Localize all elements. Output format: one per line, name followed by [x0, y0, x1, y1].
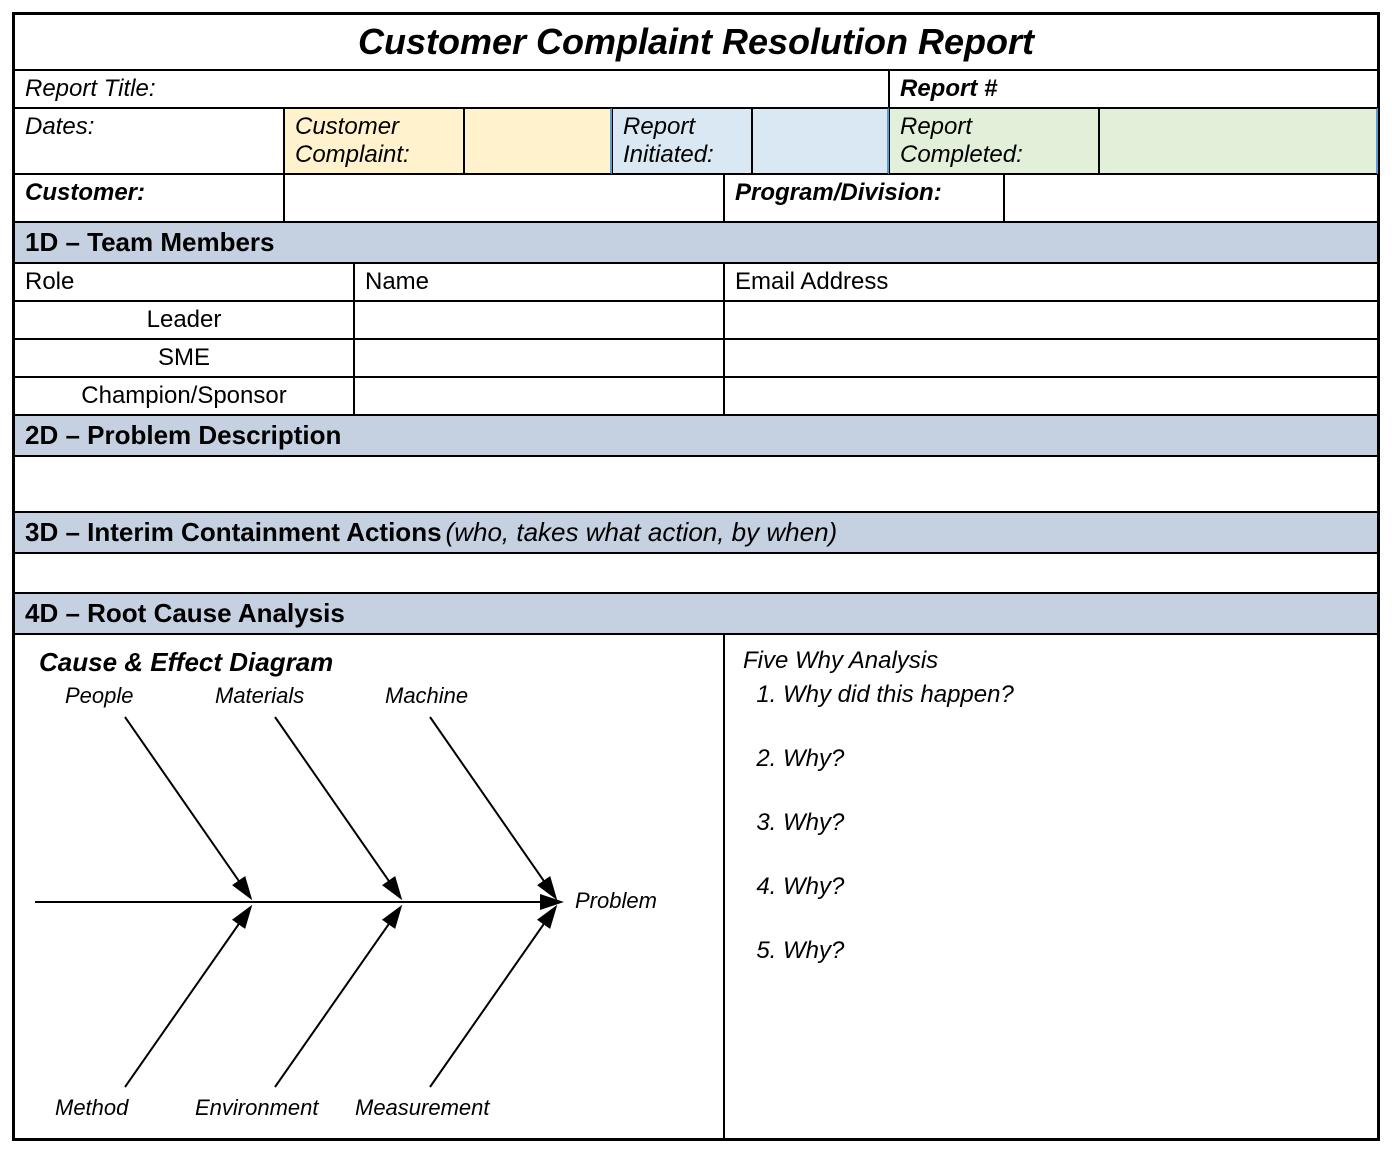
report-container: Customer Complaint Resolution Report Rep…	[12, 12, 1380, 1141]
five-why-title: Five Why Analysis	[743, 647, 1359, 675]
section-3d-header: 3D – Interim Containment Actions (who, t…	[14, 512, 1378, 553]
why-4: Why?	[783, 873, 1359, 901]
label-method: Method	[55, 1095, 128, 1121]
report-completed-value[interactable]	[1099, 108, 1378, 174]
col-email: Email Address	[724, 263, 1378, 301]
section-4d-header: 4D – Root Cause Analysis	[14, 593, 1378, 634]
label-people: People	[65, 683, 134, 709]
customer-value[interactable]	[284, 174, 724, 222]
why-2: Why?	[783, 745, 1359, 773]
role-champion: Champion/Sponsor	[14, 377, 354, 415]
report-initiated-value[interactable]	[752, 108, 889, 174]
label-machine: Machine	[385, 683, 468, 709]
section-3d-heading-bold: 3D – Interim Containment Actions	[25, 517, 442, 548]
section-1d-header: 1D – Team Members	[14, 222, 1378, 263]
dates-label: Dates:	[14, 108, 284, 174]
customer-label: Customer:	[14, 174, 284, 222]
name-sme[interactable]	[354, 339, 724, 377]
why-5: Why?	[783, 937, 1359, 965]
label-measurement: Measurement	[355, 1095, 490, 1121]
section-2d-header: 2D – Problem Description	[14, 415, 1378, 456]
section-3d-heading-hint: (who, takes what action, by when)	[446, 517, 838, 548]
program-division-label: Program/Division:	[724, 174, 1004, 222]
col-role: Role	[14, 263, 354, 301]
label-problem: Problem	[575, 888, 657, 914]
program-division-value[interactable]	[1004, 174, 1378, 222]
label-environment: Environment	[195, 1095, 319, 1121]
name-champion[interactable]	[354, 377, 724, 415]
report-title-label: Report Title:	[14, 70, 889, 108]
diagram-title: Cause & Effect Diagram	[39, 647, 705, 678]
cause-effect-diagram: Cause & Effect Diagram People Materials …	[14, 634, 724, 1139]
section-3d-body[interactable]	[14, 553, 1378, 593]
why-3: Why?	[783, 809, 1359, 837]
email-champion[interactable]	[724, 377, 1378, 415]
section-2d-body[interactable]	[14, 456, 1378, 512]
role-sme: SME	[14, 339, 354, 377]
report-initiated-label: Report Initiated:	[612, 108, 752, 174]
email-sme[interactable]	[724, 339, 1378, 377]
role-leader: Leader	[14, 301, 354, 339]
five-why-pane: Five Why Analysis Why did this happen? W…	[724, 634, 1378, 1139]
customer-complaint-value[interactable]	[464, 108, 612, 174]
why-1: Why did this happen?	[783, 681, 1359, 709]
report-title: Customer Complaint Resolution Report	[14, 14, 1378, 70]
name-leader[interactable]	[354, 301, 724, 339]
label-materials: Materials	[215, 683, 304, 709]
report-completed-label: Report Completed:	[889, 108, 1099, 174]
report-number-label: Report #	[889, 70, 1378, 108]
email-leader[interactable]	[724, 301, 1378, 339]
col-name: Name	[354, 263, 724, 301]
customer-complaint-label: Customer Complaint:	[284, 108, 464, 174]
